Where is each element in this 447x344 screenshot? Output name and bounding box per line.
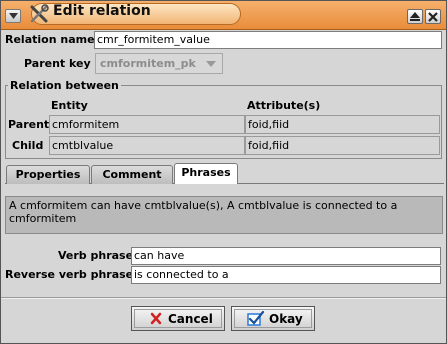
parent-key-label: Parent key xyxy=(24,57,91,70)
reverse-verb-phrase-input[interactable]: is connected to a xyxy=(131,266,441,284)
parent-key-select[interactable]: cmformitem_pk xyxy=(95,53,223,74)
child-attributes-cell: foid,fiid xyxy=(245,136,440,155)
okay-button[interactable]: Okay xyxy=(231,306,315,331)
edit-relation-dialog: Edit relation Relation name cmr_formitem… xyxy=(0,0,447,344)
reverse-verb-phrase-label: Reverse verb phrase xyxy=(5,268,134,281)
parent-row-label: Parent xyxy=(8,118,50,131)
tab-phrases[interactable]: Phrases xyxy=(174,163,238,184)
chevron-down-icon xyxy=(9,13,18,19)
close-icon xyxy=(428,12,438,22)
shade-icon xyxy=(410,12,420,21)
red-x-icon xyxy=(150,312,162,325)
button-separator xyxy=(1,297,446,299)
window-title: Edit relation xyxy=(53,3,151,19)
tab-comment[interactable]: Comment xyxy=(91,165,173,184)
okay-label: Okay xyxy=(269,312,303,326)
parent-attributes-cell: foid,fiid xyxy=(245,115,440,134)
chevron-down-icon xyxy=(206,61,216,67)
shade-button[interactable] xyxy=(407,9,423,24)
phrases-description: A cmformitem can have cmtblvalue(s), A c… xyxy=(5,196,443,234)
entity-column-header: Entity xyxy=(51,99,88,112)
cancel-button[interactable]: Cancel xyxy=(131,306,225,331)
verb-phrase-label: Verb phrase xyxy=(58,249,134,262)
relation-between-title: Relation between xyxy=(8,79,121,92)
child-row-label: Child xyxy=(12,139,44,152)
cancel-label: Cancel xyxy=(168,312,213,326)
title-bar[interactable]: Edit relation xyxy=(1,1,446,30)
check-icon xyxy=(247,311,265,326)
relation-name-input[interactable]: cmr_formitem_value xyxy=(94,31,442,49)
tools-icon xyxy=(30,4,49,23)
verb-phrase-input[interactable]: can have xyxy=(131,247,441,265)
window-menu-button[interactable] xyxy=(5,9,21,23)
attributes-column-header: Attribute(s) xyxy=(247,99,321,112)
parent-key-value: cmformitem_pk xyxy=(100,57,196,70)
child-entity-cell: cmtblvalue xyxy=(49,136,245,155)
relation-name-label: Relation name xyxy=(5,33,95,46)
close-button[interactable] xyxy=(425,9,441,24)
parent-entity-cell: cmformitem xyxy=(49,115,245,134)
tab-properties[interactable]: Properties xyxy=(6,165,90,184)
